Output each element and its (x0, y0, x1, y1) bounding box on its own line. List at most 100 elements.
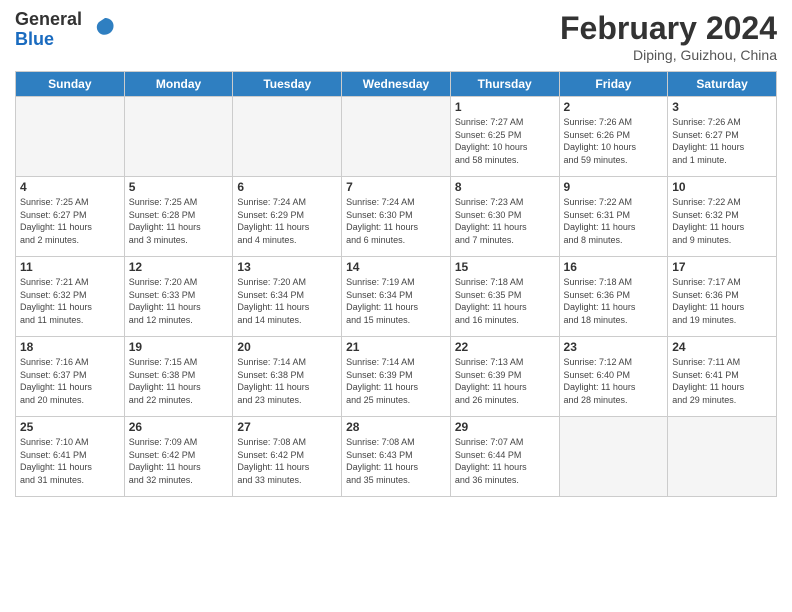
calendar-cell: 10Sunrise: 7:22 AM Sunset: 6:32 PM Dayli… (668, 177, 777, 257)
col-monday: Monday (124, 72, 233, 97)
day-number: 8 (455, 180, 555, 194)
calendar-cell: 19 Sunrise: 7:15 AM Sunset: 6:38 PM Dayli… (124, 337, 233, 417)
calendar-cell (233, 97, 342, 177)
calendar-cell (668, 417, 777, 497)
calendar-cell: 22 Sunrise: 7:13 AM Sunset: 6:39 PM Dayli… (450, 337, 559, 417)
calendar-cell: 16 Sunrise: 7:18 AM Sunset: 6:36 PM Dayli… (559, 257, 668, 337)
calendar-cell: 28 Sunrise: 7:08 AM Sunset: 6:43 PM Dayli… (342, 417, 451, 497)
day-info: Sunrise: 7:08 AM Sunset: 6:43 PM Dayligh… (346, 436, 446, 486)
day-info: Sunrise: 7:25 AM Sunset: 6:28 PM Dayligh… (129, 196, 229, 246)
day-info: Sunrise: 7:22 AM Sunset: 6:31 PM Dayligh… (564, 196, 664, 246)
day-number: 3 (672, 100, 772, 114)
calendar-cell (124, 97, 233, 177)
day-info: Sunrise: 7:26 AM Sunset: 6:26 PM Dayligh… (564, 116, 664, 166)
calendar-cell: 25Sunrise: 7:10 AM Sunset: 6:41 PM Dayli… (16, 417, 125, 497)
calendar-cell: 1 Sunrise: 7:27 AM Sunset: 6:25 PM Daylig… (450, 97, 559, 177)
day-number: 9 (564, 180, 664, 194)
day-info: Sunrise: 7:25 AM Sunset: 6:27 PM Dayligh… (20, 196, 120, 246)
page: General Blue February 2024 Diping, Guizh… (0, 0, 792, 612)
day-number: 24 (672, 340, 772, 354)
calendar-cell: 27 Sunrise: 7:08 AM Sunset: 6:42 PM Dayli… (233, 417, 342, 497)
calendar-cell: 11 Sunrise: 7:21 AM Sunset: 6:32 PM Dayli… (16, 257, 125, 337)
day-number: 27 (237, 420, 337, 434)
day-info: Sunrise: 7:19 AM Sunset: 6:34 PM Dayligh… (346, 276, 446, 326)
calendar-cell: 20Sunrise: 7:14 AM Sunset: 6:38 PM Dayli… (233, 337, 342, 417)
calendar-header-row: Sunday Monday Tuesday Wednesday Thursday… (16, 72, 777, 97)
calendar-week-5: 25Sunrise: 7:10 AM Sunset: 6:41 PM Dayli… (16, 417, 777, 497)
day-info: Sunrise: 7:27 AM Sunset: 6:25 PM Dayligh… (455, 116, 555, 166)
logo-general: General (15, 9, 82, 29)
calendar-cell: 5 Sunrise: 7:25 AM Sunset: 6:28 PM Daylig… (124, 177, 233, 257)
day-info: Sunrise: 7:20 AM Sunset: 6:34 PM Dayligh… (237, 276, 337, 326)
day-number: 19 (129, 340, 229, 354)
calendar-cell: 29 Sunrise: 7:07 AM Sunset: 6:44 PM Dayli… (450, 417, 559, 497)
day-info: Sunrise: 7:15 AM Sunset: 6:38 PM Dayligh… (129, 356, 229, 406)
calendar-cell: 4 Sunrise: 7:25 AM Sunset: 6:27 PM Daylig… (16, 177, 125, 257)
calendar-week-1: 1 Sunrise: 7:27 AM Sunset: 6:25 PM Daylig… (16, 97, 777, 177)
calendar-cell: 23 Sunrise: 7:12 AM Sunset: 6:40 PM Dayli… (559, 337, 668, 417)
day-number: 1 (455, 100, 555, 114)
day-number: 13 (237, 260, 337, 274)
day-info: Sunrise: 7:24 AM Sunset: 6:30 PM Dayligh… (346, 196, 446, 246)
day-number: 11 (20, 260, 120, 274)
logo: General Blue (15, 10, 117, 50)
calendar-week-2: 4 Sunrise: 7:25 AM Sunset: 6:27 PM Daylig… (16, 177, 777, 257)
day-number: 2 (564, 100, 664, 114)
calendar-cell: 8 Sunrise: 7:23 AM Sunset: 6:30 PM Daylig… (450, 177, 559, 257)
col-saturday: Saturday (668, 72, 777, 97)
calendar-cell: 14 Sunrise: 7:19 AM Sunset: 6:34 PM Dayli… (342, 257, 451, 337)
day-number: 12 (129, 260, 229, 274)
col-tuesday: Tuesday (233, 72, 342, 97)
calendar-cell: 3 Sunrise: 7:26 AM Sunset: 6:27 PM Daylig… (668, 97, 777, 177)
day-number: 14 (346, 260, 446, 274)
calendar-cell (16, 97, 125, 177)
calendar-week-4: 18Sunrise: 7:16 AM Sunset: 6:37 PM Dayli… (16, 337, 777, 417)
day-info: Sunrise: 7:13 AM Sunset: 6:39 PM Dayligh… (455, 356, 555, 406)
calendar-cell: 12 Sunrise: 7:20 AM Sunset: 6:33 PM Dayli… (124, 257, 233, 337)
day-info: Sunrise: 7:14 AM Sunset: 6:38 PM Dayligh… (237, 356, 337, 406)
day-number: 4 (20, 180, 120, 194)
day-info: Sunrise: 7:17 AM Sunset: 6:36 PM Dayligh… (672, 276, 772, 326)
col-sunday: Sunday (16, 72, 125, 97)
day-info: Sunrise: 7:07 AM Sunset: 6:44 PM Dayligh… (455, 436, 555, 486)
day-info: Sunrise: 7:26 AM Sunset: 6:27 PM Dayligh… (672, 116, 772, 166)
day-info: Sunrise: 7:10 AM Sunset: 6:41 PM Dayligh… (20, 436, 120, 486)
day-number: 5 (129, 180, 229, 194)
title-block: February 2024 Diping, Guizhou, China (560, 10, 777, 63)
day-number: 17 (672, 260, 772, 274)
day-info: Sunrise: 7:12 AM Sunset: 6:40 PM Dayligh… (564, 356, 664, 406)
col-wednesday: Wednesday (342, 72, 451, 97)
calendar-cell: 9 Sunrise: 7:22 AM Sunset: 6:31 PM Daylig… (559, 177, 668, 257)
logo-bird-icon (85, 14, 117, 46)
day-number: 16 (564, 260, 664, 274)
day-info: Sunrise: 7:24 AM Sunset: 6:29 PM Dayligh… (237, 196, 337, 246)
day-info: Sunrise: 7:18 AM Sunset: 6:36 PM Dayligh… (564, 276, 664, 326)
day-info: Sunrise: 7:18 AM Sunset: 6:35 PM Dayligh… (455, 276, 555, 326)
calendar-cell: 26 Sunrise: 7:09 AM Sunset: 6:42 PM Dayli… (124, 417, 233, 497)
day-number: 28 (346, 420, 446, 434)
calendar-week-3: 11 Sunrise: 7:21 AM Sunset: 6:32 PM Dayli… (16, 257, 777, 337)
calendar-cell (342, 97, 451, 177)
col-thursday: Thursday (450, 72, 559, 97)
day-info: Sunrise: 7:08 AM Sunset: 6:42 PM Dayligh… (237, 436, 337, 486)
day-info: Sunrise: 7:23 AM Sunset: 6:30 PM Dayligh… (455, 196, 555, 246)
header: General Blue February 2024 Diping, Guizh… (15, 10, 777, 63)
month-year: February 2024 (560, 10, 777, 47)
day-info: Sunrise: 7:22 AM Sunset: 6:32 PM Dayligh… (672, 196, 772, 246)
day-info: Sunrise: 7:21 AM Sunset: 6:32 PM Dayligh… (20, 276, 120, 326)
day-info: Sunrise: 7:14 AM Sunset: 6:39 PM Dayligh… (346, 356, 446, 406)
col-friday: Friday (559, 72, 668, 97)
day-number: 26 (129, 420, 229, 434)
calendar-cell: 7 Sunrise: 7:24 AM Sunset: 6:30 PM Daylig… (342, 177, 451, 257)
calendar-cell: 13 Sunrise: 7:20 AM Sunset: 6:34 PM Dayli… (233, 257, 342, 337)
day-number: 22 (455, 340, 555, 354)
day-number: 6 (237, 180, 337, 194)
calendar-cell (559, 417, 668, 497)
day-number: 29 (455, 420, 555, 434)
day-info: Sunrise: 7:20 AM Sunset: 6:33 PM Dayligh… (129, 276, 229, 326)
day-info: Sunrise: 7:09 AM Sunset: 6:42 PM Dayligh… (129, 436, 229, 486)
calendar-cell: 6 Sunrise: 7:24 AM Sunset: 6:29 PM Daylig… (233, 177, 342, 257)
day-number: 15 (455, 260, 555, 274)
day-number: 23 (564, 340, 664, 354)
day-number: 7 (346, 180, 446, 194)
